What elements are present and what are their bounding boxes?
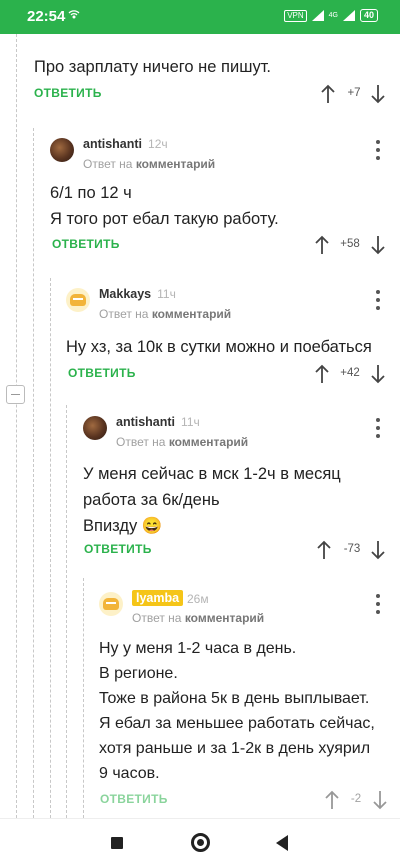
username[interactable]: antishanti 11ч [116, 415, 200, 429]
comment-footer: ОТВЕТИТЬ -2 [100, 790, 388, 810]
reply-to-label: Ответ на комментарий [132, 611, 265, 625]
avatar[interactable] [99, 592, 123, 616]
comment-footer: ОТВЕТИТЬ -73 [84, 540, 388, 560]
thread-line-5 [83, 578, 84, 818]
comment-footer: ОТВЕТИТЬ +58 [52, 235, 388, 255]
comment-time: 11ч [181, 415, 200, 429]
thread-line-4 [66, 405, 67, 818]
home-button[interactable] [191, 833, 210, 852]
recent-apps-button[interactable] [111, 837, 123, 849]
username[interactable]: antishanti 12ч [83, 137, 168, 151]
avatar[interactable] [83, 416, 107, 440]
status-time: 22:54 [27, 8, 66, 25]
avatar[interactable] [66, 288, 90, 312]
hotspot-icon [68, 10, 80, 19]
upvote-icon[interactable] [320, 84, 336, 104]
comment-header: lyamba 26м Ответ на комментарий [99, 590, 390, 636]
comment-footer: ОТВЕТИТЬ +42 [68, 364, 388, 384]
signal-icon [311, 10, 324, 21]
comment-score: +42 [340, 367, 360, 379]
signal-icon-2 [342, 10, 355, 21]
reply-to-label: Ответ на комментарий [116, 435, 249, 449]
reply-to-label: Ответ на комментарий [83, 157, 216, 171]
upvote-icon[interactable] [324, 790, 340, 810]
comment-text: У меня сейчас в мск 1-2ч в месяц работа … [83, 465, 341, 535]
comment-antishanti-1: antishanti 12ч Ответ на комментарий 6/1 п… [50, 137, 390, 232]
vpn-icon: VPN [284, 9, 307, 22]
upvote-icon[interactable] [314, 364, 330, 384]
back-button[interactable] [276, 835, 288, 851]
downvote-icon[interactable] [370, 540, 386, 560]
downvote-icon[interactable] [370, 84, 386, 104]
comment-header: Makkays 11ч Ответ на комментарий [66, 287, 390, 332]
network-type: 4G [328, 12, 338, 19]
comment-lyamba: lyamba 26м Ответ на комментарий Ну у мен… [99, 590, 390, 786]
reply-button[interactable]: ОТВЕТИТЬ [84, 542, 152, 556]
comment-header: antishanti 12ч Ответ на комментарий [50, 137, 390, 182]
thread-line-3 [50, 278, 51, 818]
more-options-icon[interactable] [375, 140, 381, 160]
more-options-icon[interactable] [375, 594, 381, 614]
status-bar: 22:54 VPN 4G 40 [0, 0, 400, 34]
upvote-icon[interactable] [314, 235, 330, 255]
battery-icon: 40 [359, 9, 378, 22]
upvote-icon[interactable] [316, 540, 332, 560]
username-highlighted[interactable]: lyamba [132, 590, 184, 606]
reply-button[interactable]: ОТВЕТИТЬ [52, 237, 120, 251]
downvote-icon[interactable] [370, 364, 386, 384]
username[interactable]: Makkays 11ч [99, 287, 176, 301]
comment-text: Ну у меня 1-2 часа в день. В регионе. То… [99, 640, 375, 782]
reply-button[interactable]: ОТВЕТИТЬ [100, 792, 168, 806]
reply-to-link[interactable]: комментарий [169, 435, 248, 449]
comment-time: 11ч [157, 287, 176, 301]
reply-button[interactable]: ОТВЕТИТЬ [68, 366, 136, 380]
comment-text: 6/1 по 12 ч Я того рот ебал такую работу… [50, 184, 279, 228]
comment-score: -2 [350, 793, 362, 805]
comment-score: -73 [343, 543, 361, 555]
downvote-icon[interactable] [372, 790, 388, 810]
avatar[interactable] [50, 138, 74, 162]
reply-to-label: Ответ на комментарий [99, 307, 232, 321]
reply-button[interactable]: ОТВЕТИТЬ [34, 86, 102, 100]
comment-score: +58 [340, 238, 360, 250]
comment-footer: ОТВЕТИТЬ +7 [34, 84, 386, 104]
comment-makkays: Makkays 11ч Ответ на комментарий Ну хз, з… [66, 287, 390, 360]
collapse-thread-button[interactable] [6, 385, 25, 404]
comment-header: antishanti 11ч Ответ на комментарий [83, 415, 390, 460]
comment-text: Ну хз, за 10к в сутки можно и поебаться [66, 338, 372, 356]
comment-top: Про зарплату ничего не пишут. [34, 54, 384, 80]
comment-time: 12ч [148, 137, 168, 151]
comment-text: Про зарплату ничего не пишут. [34, 58, 272, 76]
system-nav-bar [0, 818, 400, 867]
more-options-icon[interactable] [375, 418, 381, 438]
thread-line-2 [33, 128, 34, 818]
reply-to-link[interactable]: комментарий [152, 307, 231, 321]
reply-to-link[interactable]: комментарий [136, 157, 215, 171]
thread-line-1 [16, 34, 17, 818]
comment-score: +7 [347, 87, 361, 99]
comment-antishanti-2: antishanti 11ч Ответ на комментарий У мен… [83, 415, 390, 539]
reply-to-link[interactable]: комментарий [185, 611, 264, 625]
downvote-icon[interactable] [370, 235, 386, 255]
comment-time: 26м [187, 592, 209, 606]
more-options-icon[interactable] [375, 290, 381, 310]
status-icons: VPN 4G 40 [284, 9, 378, 22]
